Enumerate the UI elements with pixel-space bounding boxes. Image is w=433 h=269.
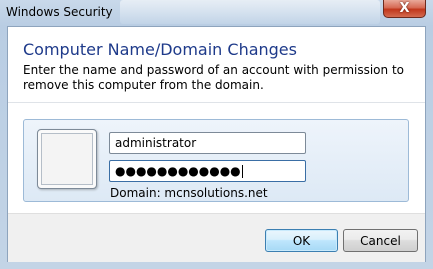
password-field[interactable]: ●●●●●●●●●●●● xyxy=(109,160,306,182)
instructions-text: Enter the name and password of an accoun… xyxy=(23,63,404,92)
cancel-button[interactable]: Cancel xyxy=(343,229,418,252)
text-caret xyxy=(241,165,243,178)
close-button[interactable]: X xyxy=(383,0,426,18)
window-title: Windows Security xyxy=(6,5,113,19)
password-mask: ●●●●●●●●●●●● xyxy=(115,164,241,178)
credential-tile[interactable]: administrator ●●●●●●●●●●●● Domain: mcnso… xyxy=(23,119,409,202)
header-separator xyxy=(8,102,425,103)
user-picture-icon xyxy=(37,129,97,189)
title-bar[interactable]: Windows Security X xyxy=(0,0,433,26)
username-field[interactable]: administrator xyxy=(109,132,306,154)
button-bar: OK Cancel xyxy=(8,213,425,262)
dialog-body: Computer Name/Domain Changes Enter the n… xyxy=(7,26,426,262)
close-icon: X xyxy=(399,1,410,16)
username-value: administrator xyxy=(115,136,197,150)
dialog-window: Windows Security X Computer Name/Domain … xyxy=(0,0,433,269)
dialog-heading: Computer Name/Domain Changes xyxy=(23,40,297,59)
domain-label: Domain: mcnsolutions.net xyxy=(110,186,268,200)
ok-button[interactable]: OK xyxy=(265,229,338,252)
